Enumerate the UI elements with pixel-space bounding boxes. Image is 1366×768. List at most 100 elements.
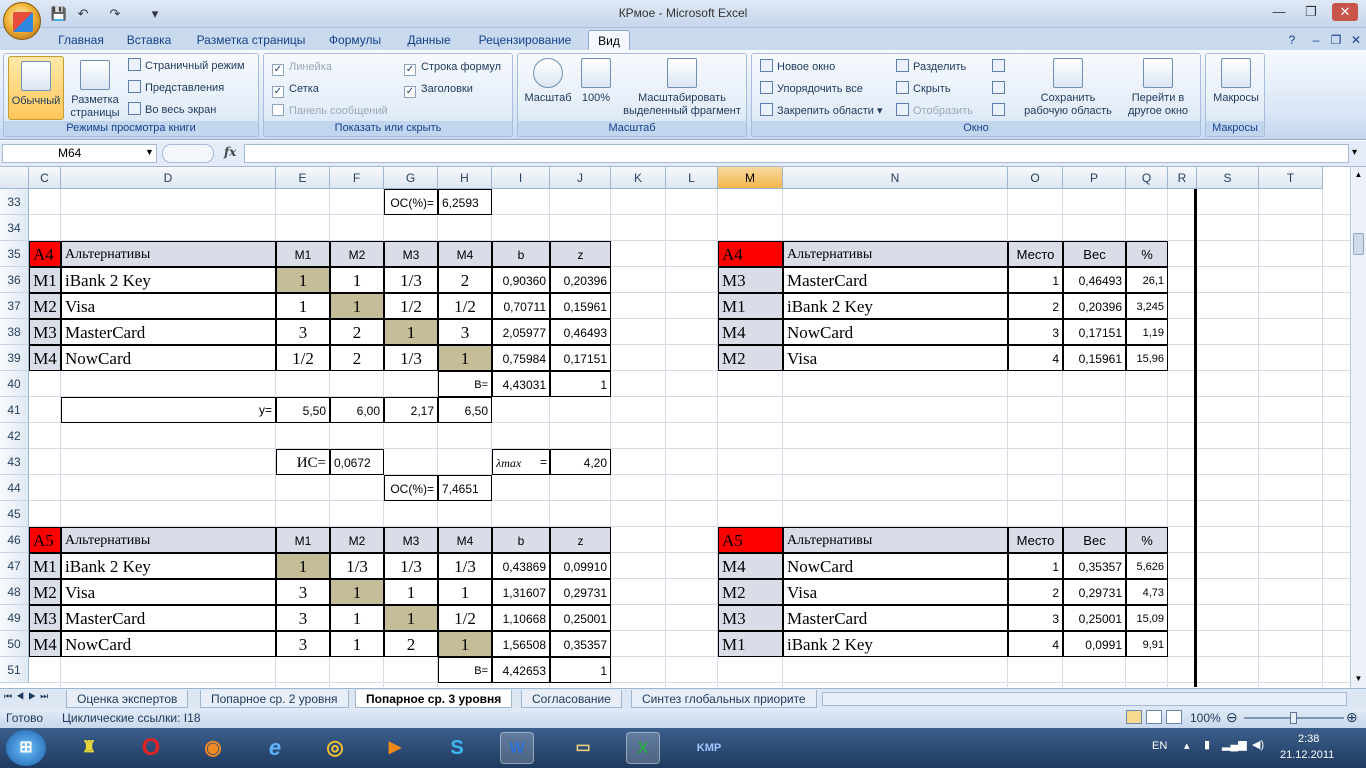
tab-review[interactable]: Рецензирование: [470, 30, 580, 50]
matrix-cell[interactable]: 1,31607: [492, 579, 550, 605]
column-header-G[interactable]: G: [384, 167, 438, 189]
b-sum-label[interactable]: B=: [438, 657, 492, 683]
rank-cell[interactable]: 1,19: [1126, 319, 1168, 345]
column-header-E[interactable]: E: [276, 167, 330, 189]
scroll-down-icon[interactable]: ▼: [1352, 672, 1365, 686]
rank-cell[interactable]: M2: [718, 345, 783, 371]
scroll-thumb[interactable]: [1353, 233, 1364, 255]
rank-cell[interactable]: 2: [1008, 579, 1063, 605]
zoom-100-button[interactable]: 100%: [576, 58, 616, 122]
alt-group-label[interactable]: A4: [29, 241, 61, 267]
sync-scroll-icon[interactable]: [992, 80, 1008, 98]
row-header-39[interactable]: 39: [0, 345, 29, 371]
matrix-header[interactable]: z: [550, 241, 611, 267]
matrix-cell[interactable]: 1/3: [384, 553, 438, 579]
fullscreen-button[interactable]: Во весь экран: [128, 101, 216, 119]
matrix-cell[interactable]: 1: [330, 631, 384, 657]
rank-header[interactable]: Место: [1008, 241, 1063, 267]
lambda-eq[interactable]: =: [492, 449, 550, 475]
word-icon[interactable]: W: [500, 732, 534, 764]
y-value[interactable]: 6,50: [438, 397, 492, 423]
zoom-slider-thumb[interactable]: [1290, 712, 1297, 724]
normal-view-icon[interactable]: [1126, 710, 1142, 724]
row-header-36[interactable]: 36: [0, 267, 29, 293]
rank-cell[interactable]: 0,35357: [1063, 553, 1126, 579]
matrix-cell[interactable]: 1/3: [384, 267, 438, 293]
formula-bar-checkbox[interactable]: ✓ Строка формул: [404, 58, 501, 76]
rank-cell[interactable]: M3: [718, 605, 783, 631]
tab-view[interactable]: Вид: [588, 30, 630, 50]
matrix-cell[interactable]: M3: [29, 605, 61, 631]
matrix-header[interactable]: z: [550, 527, 611, 553]
page-break-view-icon[interactable]: [1166, 710, 1182, 724]
matrix-cell[interactable]: MasterCard: [61, 319, 276, 345]
rank-header[interactable]: Альтернативы: [783, 241, 1008, 267]
rank-cell[interactable]: 4: [1008, 345, 1063, 371]
z-sum-value[interactable]: 1: [550, 371, 611, 397]
rank-header[interactable]: %: [1126, 527, 1168, 553]
tab-data[interactable]: Данные: [398, 30, 460, 50]
matrix-cell[interactable]: 1/2: [438, 605, 492, 631]
worksheet-grid[interactable]: C D E F G H I J K L M N O P Q R S T 33 34 35 36 37 38 39 40 41 42 43…: [0, 167, 1350, 687]
rank-cell[interactable]: MasterCard: [783, 267, 1008, 293]
matrix-cell[interactable]: 1/2: [384, 293, 438, 319]
matrix-cell[interactable]: 1: [276, 267, 330, 293]
z-sum-value[interactable]: 1: [550, 657, 611, 683]
rank-cell[interactable]: NowCard: [783, 319, 1008, 345]
rank-header[interactable]: Место: [1008, 527, 1063, 553]
matrix-cell[interactable]: 1: [384, 605, 438, 631]
matrix-cell[interactable]: 1: [438, 631, 492, 657]
matrix-cell[interactable]: 1/3: [384, 345, 438, 371]
office-button[interactable]: [3, 2, 41, 40]
sheet-tab-synthesis[interactable]: Синтез глобальных приорите: [631, 690, 817, 708]
rank-cell[interactable]: 0,46493: [1063, 267, 1126, 293]
insert-function-icon[interactable]: fx: [224, 145, 236, 159]
rank-cell[interactable]: 0,25001: [1063, 605, 1126, 631]
column-header-T[interactable]: T: [1259, 167, 1323, 189]
column-header-R[interactable]: R: [1168, 167, 1197, 189]
column-header-O[interactable]: O: [1008, 167, 1063, 189]
app-tank-icon[interactable]: ♜: [72, 732, 106, 764]
matrix-cell[interactable]: 2: [330, 345, 384, 371]
matrix-cell[interactable]: 1: [330, 267, 384, 293]
rank-cell[interactable]: 0,17151: [1063, 319, 1126, 345]
column-header-F[interactable]: F: [330, 167, 384, 189]
matrix-header[interactable]: M3: [384, 527, 438, 553]
matrix-cell[interactable]: 0,90360: [492, 267, 550, 293]
matrix-cell[interactable]: M1: [29, 267, 61, 293]
rank-cell[interactable]: 0,0991: [1063, 631, 1126, 657]
matrix-cell[interactable]: 0,35357: [550, 631, 611, 657]
ribbon-restore-icon[interactable]: ❐: [1326, 30, 1346, 50]
rank-cell[interactable]: M4: [718, 319, 783, 345]
matrix-cell[interactable]: 1,10668: [492, 605, 550, 631]
row-header-45[interactable]: 45: [0, 501, 29, 527]
split-button[interactable]: Разделить: [896, 58, 966, 76]
page-layout-view-icon[interactable]: [1146, 710, 1162, 724]
matrix-cell[interactable]: 1: [384, 579, 438, 605]
unhide-button[interactable]: Отобразить: [896, 102, 973, 120]
oc-value-2[interactable]: 7,4651: [438, 475, 492, 501]
chevron-down-icon[interactable]: ▼: [145, 147, 154, 157]
rank-cell[interactable]: 15,96: [1126, 345, 1168, 371]
switch-windows-button[interactable]: Перейти в другое окно: [1118, 58, 1198, 122]
help-icon[interactable]: ?: [1282, 30, 1302, 50]
matrix-cell[interactable]: 1: [384, 319, 438, 345]
matrix-cell[interactable]: 2,05977: [492, 319, 550, 345]
row-header-34[interactable]: 34: [0, 215, 29, 241]
clock-time[interactable]: 2:38: [1298, 733, 1319, 745]
sheet-tab-consistency[interactable]: Согласование: [521, 690, 622, 708]
matrix-cell[interactable]: 1/3: [438, 553, 492, 579]
matrix-cell[interactable]: 1,56508: [492, 631, 550, 657]
matrix-cell[interactable]: M2: [29, 293, 61, 319]
column-header-C[interactable]: C: [29, 167, 61, 189]
row-header-37[interactable]: 37: [0, 293, 29, 319]
ic-label[interactable]: ИС=: [276, 449, 330, 475]
matrix-header[interactable]: Альтернативы: [61, 527, 276, 553]
name-box[interactable]: M64: [2, 144, 157, 163]
column-header-Q[interactable]: Q: [1126, 167, 1168, 189]
matrix-cell[interactable]: 1/2: [276, 345, 330, 371]
language-indicator[interactable]: EN: [1152, 740, 1167, 752]
page-break-button[interactable]: Страничный режим: [128, 57, 245, 75]
matrix-cell[interactable]: 3: [276, 631, 330, 657]
rank-header[interactable]: Вес: [1063, 241, 1126, 267]
